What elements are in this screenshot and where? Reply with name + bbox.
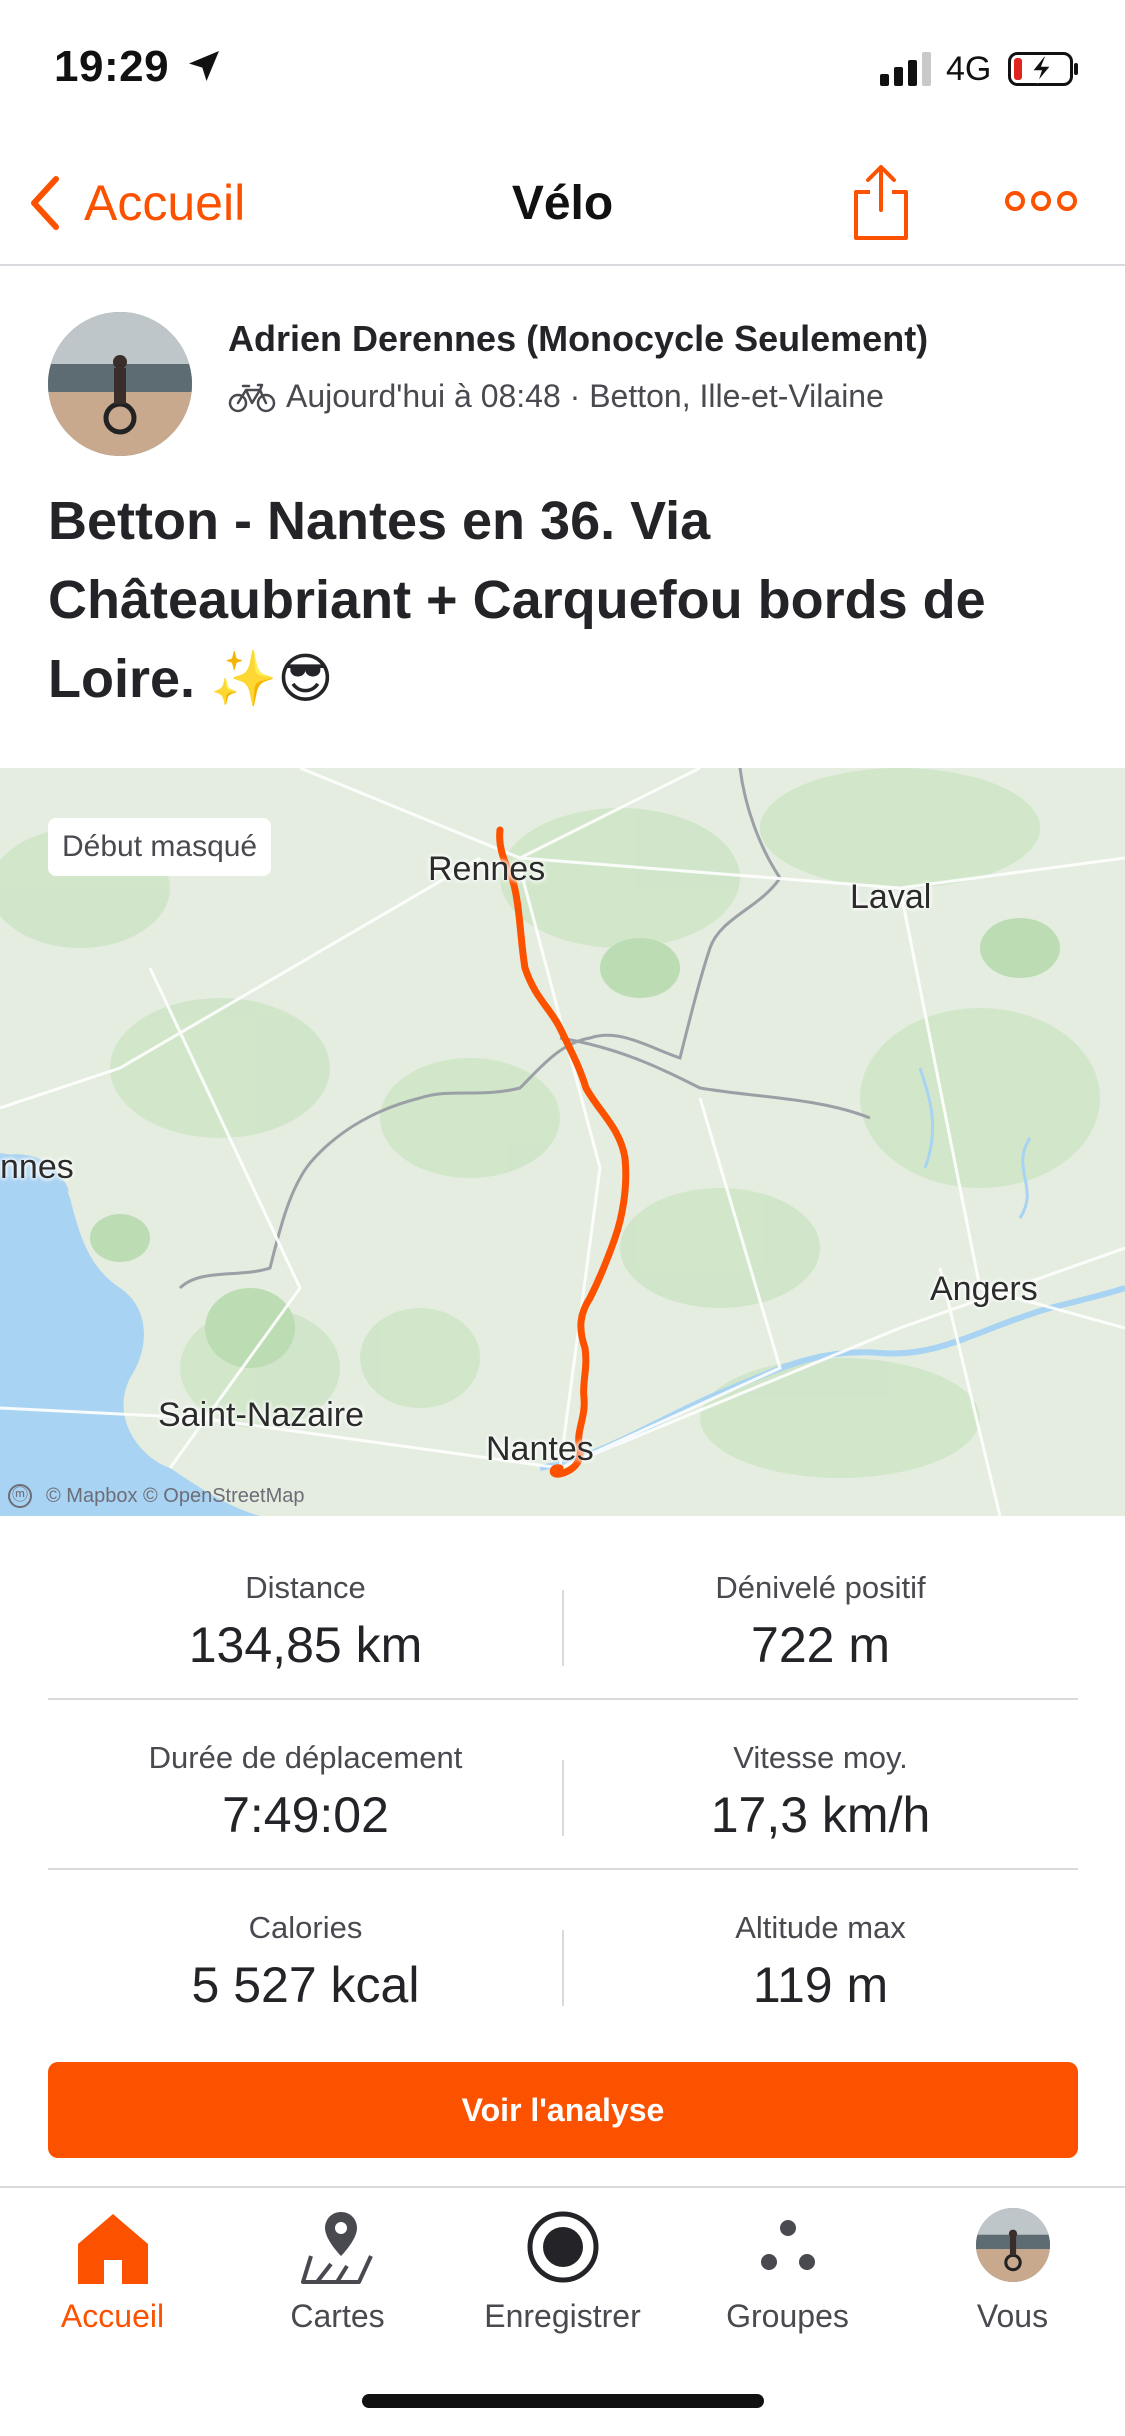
- battery-charging-icon: [1008, 52, 1078, 86]
- stat-max-elevation: Altitude max 119 m: [563, 1870, 1078, 2040]
- bike-icon: [228, 383, 276, 412]
- home-icon: [78, 2214, 148, 2284]
- tab-label: Cartes: [290, 2298, 385, 2334]
- back-button[interactable]: Accueil: [26, 168, 245, 238]
- route-map[interactable]: Début masqué Rennes Laval nnes Angers Sa…: [0, 768, 1125, 1516]
- activity-meta: Aujourd'hui à 08:48 · Betton, Ille-et-Vi…: [228, 378, 884, 415]
- stat-elevation-gain: Dénivelé positif 722 m: [563, 1530, 1078, 1700]
- stat-label: Vitesse moy.: [733, 1740, 908, 1775]
- groups-icon: [761, 2220, 815, 2270]
- athlete-avatar[interactable]: [48, 312, 192, 456]
- stat-value: 119 m: [752, 1957, 889, 2013]
- chevron-left-icon: [31, 176, 59, 230]
- map-label-vannes: nnes: [0, 1148, 74, 1186]
- map-label-laval: Laval: [850, 878, 932, 916]
- athlete-name[interactable]: Adrien Derennes (Monocycle Seulement): [228, 318, 928, 360]
- network-type: 4G: [946, 50, 992, 88]
- status-time: 19:29: [54, 42, 170, 91]
- tab-groups[interactable]: Groupes: [675, 2188, 900, 2368]
- avatar: [976, 2208, 1050, 2282]
- more-options-icon[interactable]: [1004, 186, 1078, 216]
- navigation-bar: Accueil Vélo: [0, 140, 1125, 266]
- activity-title: Betton - Nantes en 36. Via Châteaubriant…: [48, 491, 986, 709]
- tab-label: Groupes: [726, 2298, 849, 2334]
- stat-label: Altitude max: [735, 1910, 906, 1945]
- status-bar: 19:29 4G: [0, 0, 1125, 140]
- cellular-signal-icon: [880, 52, 932, 86]
- stat-value: 17,3 km/h: [710, 1787, 931, 1843]
- map-attribution[interactable]: ⓜ © Mapbox © OpenStreetMap: [8, 1484, 305, 1508]
- activity-stats: Distance 134,85 km Dénivelé positif 722 …: [48, 1530, 1078, 2040]
- tab-record[interactable]: Enregistrer: [450, 2188, 675, 2368]
- activity-date-location: Aujourd'hui à 08:48 · Betton, Ille-et-Vi…: [286, 378, 884, 414]
- stat-calories: Calories 5 527 kcal: [48, 1870, 563, 2040]
- stats-row: Calories 5 527 kcal Altitude max 119 m: [48, 1870, 1078, 2040]
- stats-row: Distance 134,85 km Dénivelé positif 722 …: [48, 1530, 1078, 1700]
- view-analysis-button[interactable]: Voir l'analyse: [48, 2062, 1078, 2158]
- map-label-nantes: Nantes: [486, 1430, 594, 1468]
- map-label-angers: Angers: [930, 1270, 1038, 1308]
- stat-avg-speed: Vitesse moy. 17,3 km/h: [563, 1700, 1078, 1870]
- mapbox-logo-icon: ⓜ: [8, 1484, 32, 1508]
- tab-you[interactable]: Vous: [900, 2188, 1125, 2368]
- stat-label: Calories: [248, 1910, 363, 1945]
- stat-label: Dénivelé positif: [715, 1570, 926, 1605]
- attribution-text: © Mapbox © OpenStreetMap: [46, 1484, 305, 1507]
- record-icon: [527, 2211, 599, 2283]
- stat-value: 7:49:02: [222, 1787, 389, 1843]
- stat-moving-time: Durée de déplacement 7:49:02: [48, 1700, 563, 1870]
- location-arrow-icon: [189, 51, 219, 81]
- tab-maps[interactable]: Cartes: [225, 2188, 450, 2368]
- stat-value: 134,85 km: [188, 1617, 423, 1673]
- stat-value: 722 m: [751, 1617, 890, 1673]
- stat-label: Distance: [245, 1570, 366, 1605]
- tab-home[interactable]: Accueil: [0, 2188, 225, 2368]
- back-label: Accueil: [84, 175, 246, 231]
- page-title: Vélo: [511, 177, 614, 230]
- map-pin-icon: [301, 2212, 373, 2284]
- map-label-saint-nazaire: Saint-Nazaire: [158, 1396, 364, 1434]
- tab-label: Accueil: [60, 2298, 165, 2334]
- map-label-rennes: Rennes: [428, 850, 546, 888]
- tab-label: Vous: [976, 2298, 1049, 2334]
- stat-value: 5 527 kcal: [191, 1957, 420, 2013]
- stat-distance: Distance 134,85 km: [48, 1530, 563, 1700]
- tab-label: Enregistrer: [484, 2298, 641, 2334]
- stats-row: Durée de déplacement 7:49:02 Vitesse moy…: [48, 1700, 1078, 1870]
- start-hidden-badge: Début masqué: [48, 818, 272, 876]
- home-indicator[interactable]: [362, 2394, 764, 2408]
- share-icon[interactable]: [850, 162, 912, 242]
- stat-label: Durée de déplacement: [148, 1740, 463, 1775]
